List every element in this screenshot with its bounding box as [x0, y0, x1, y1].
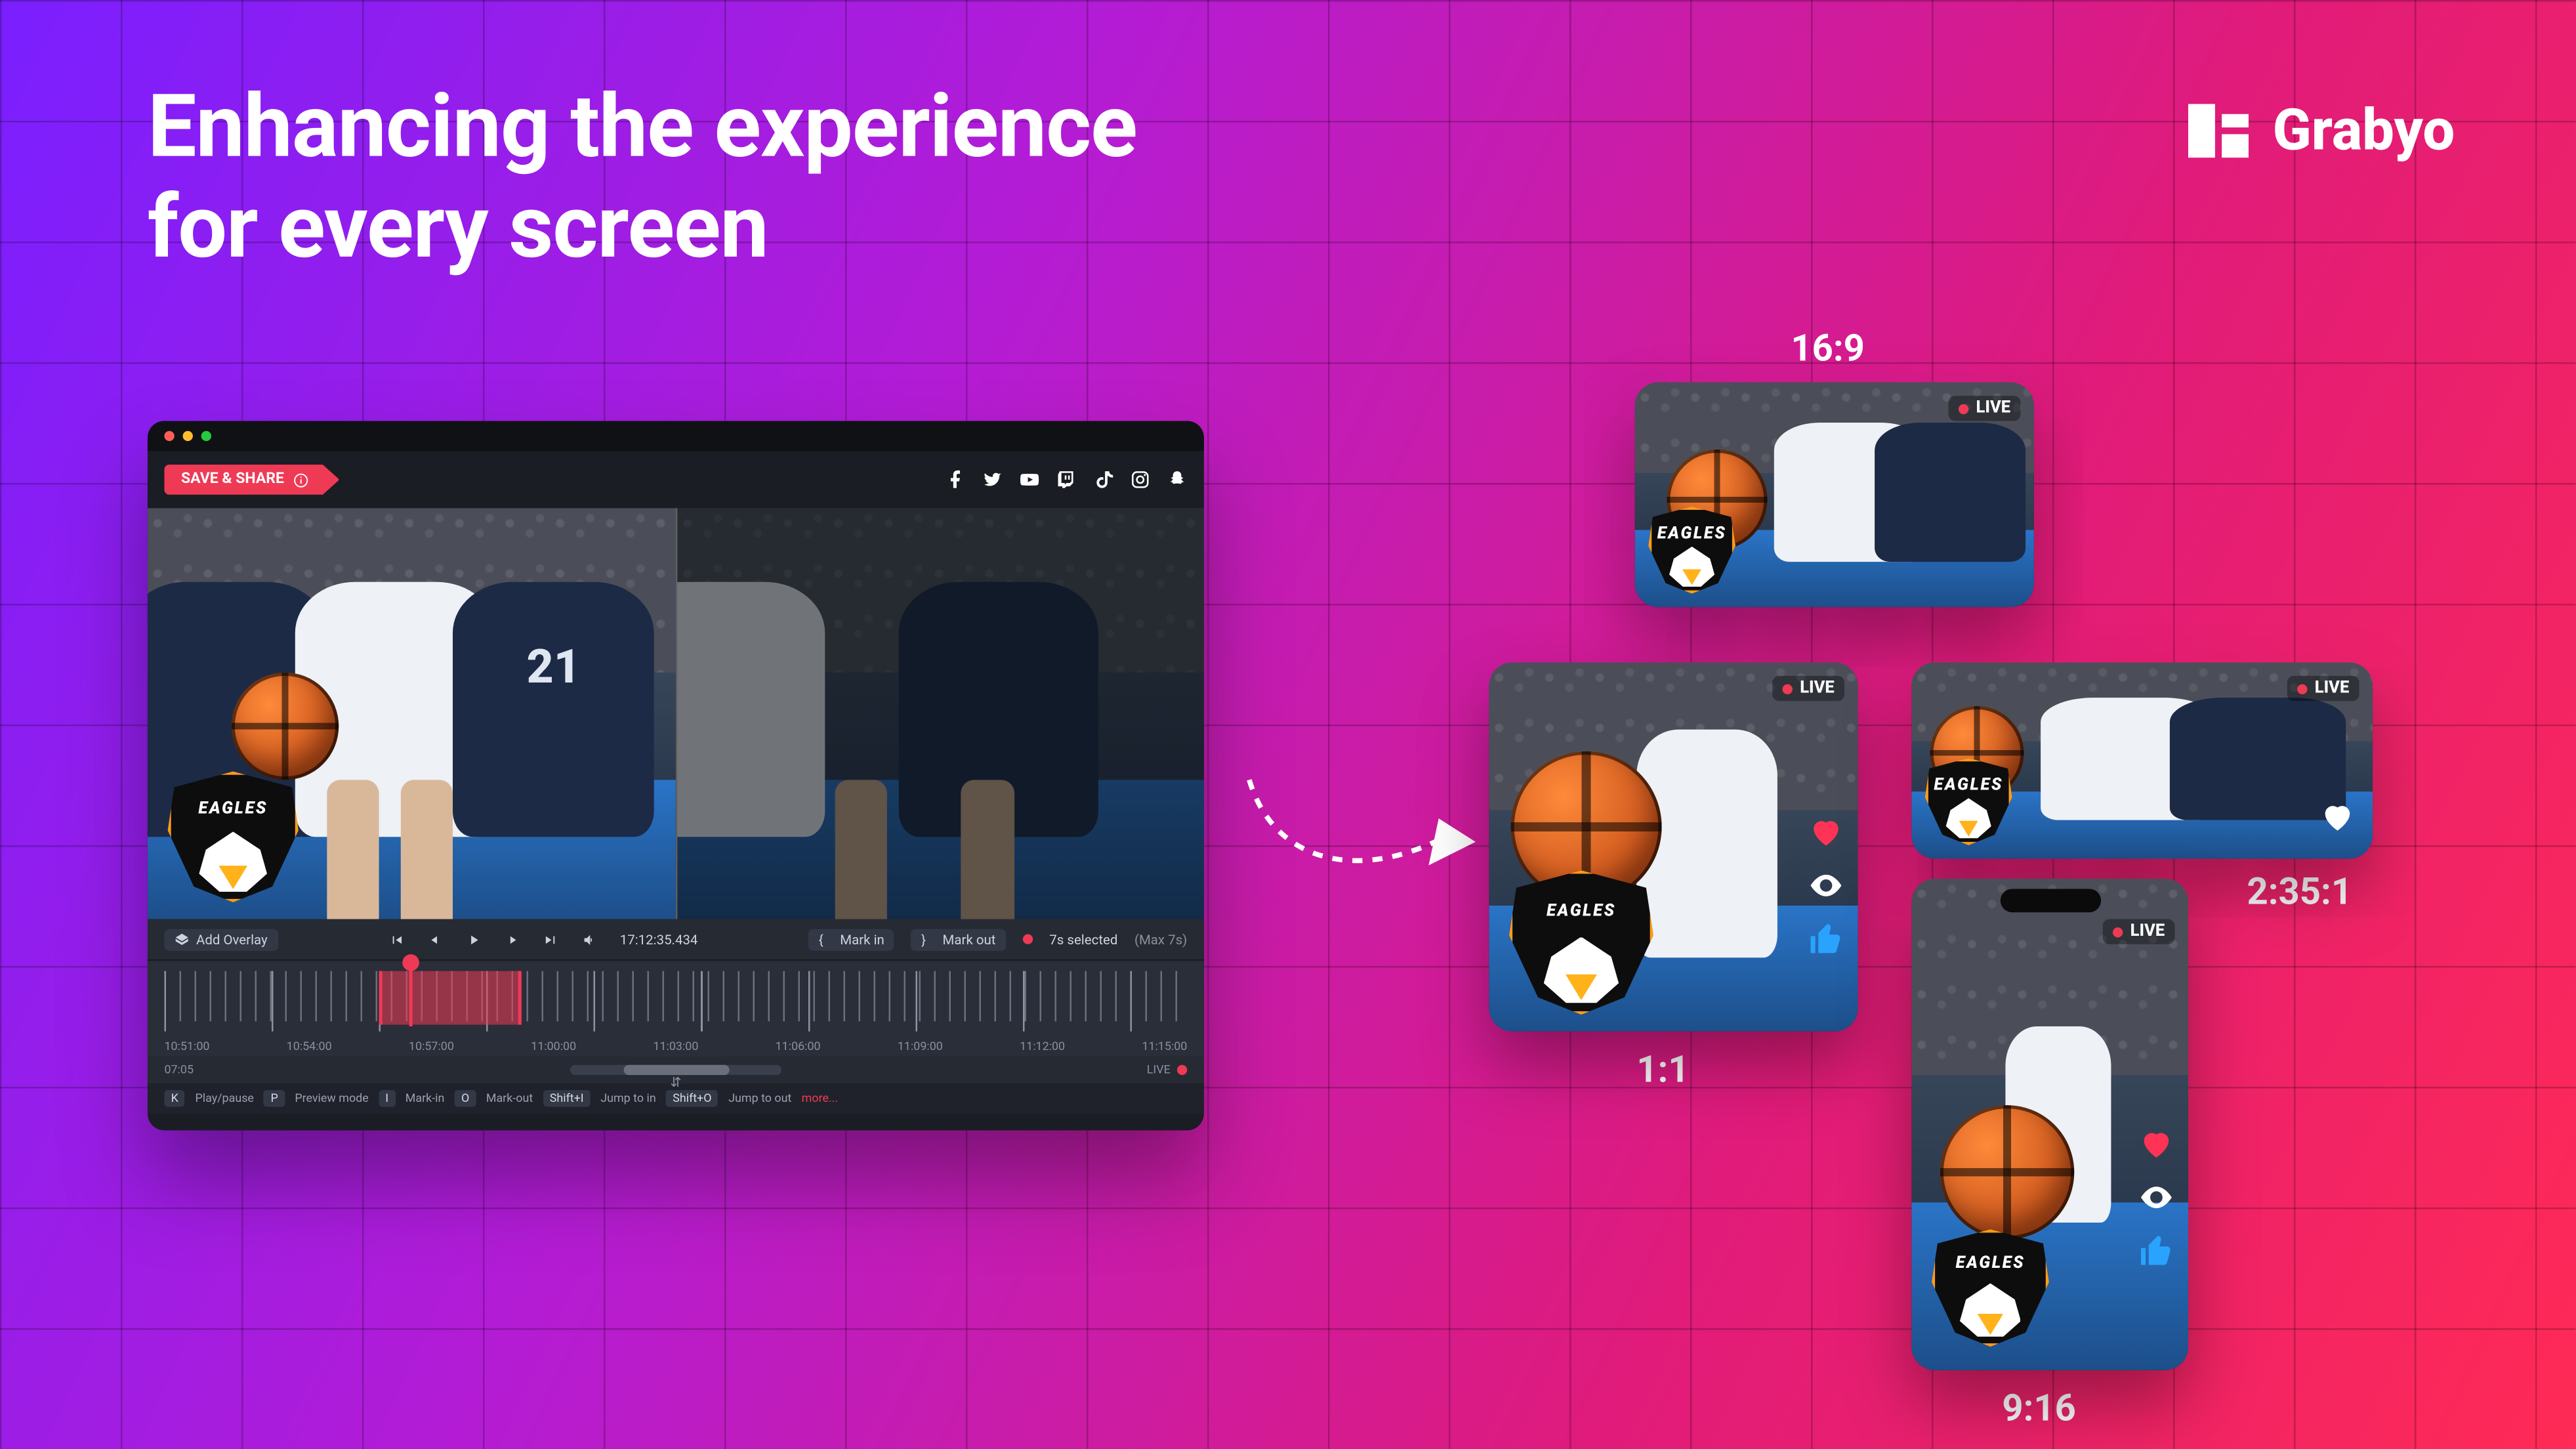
twitter-icon[interactable]: [983, 470, 1003, 490]
kbd-i: I: [379, 1090, 395, 1107]
timeline-fit-icon[interactable]: ⇵: [670, 1075, 681, 1090]
headline-line-2: for every screen: [148, 177, 1137, 278]
player-pane-left: 21 EAGLES: [148, 508, 675, 919]
info-icon: [294, 472, 309, 487]
step-forward-icon[interactable]: [504, 932, 519, 947]
layers-icon: [175, 932, 190, 947]
editor-toolbar: SAVE & SHARE: [148, 451, 1204, 508]
live-badge: LIVE: [1773, 676, 1844, 701]
kbd-o: O: [455, 1090, 476, 1107]
heart-icon[interactable]: [1808, 813, 1844, 850]
timeline[interactable]: 10:51:00 10:54:00 10:57:00 11:00:00 11:03:00…: [148, 959, 1204, 1057]
timeline-left-time: 07:05: [164, 1063, 194, 1076]
save-share-button[interactable]: SAVE & SHARE: [164, 465, 339, 495]
preview-9-16: LIVE EAGLES: [1911, 879, 2188, 1370]
kbd-p: P: [264, 1090, 285, 1107]
window-titlebar: [148, 421, 1204, 451]
window-close-icon[interactable]: [164, 431, 174, 441]
ratio-label-1-1: 1:1: [1636, 1050, 1689, 1092]
brand-logo: Grabyo: [2189, 97, 2455, 164]
preview-16-9: LIVE EAGLES: [1635, 383, 2034, 607]
social-reactions: [2138, 1125, 2174, 1270]
headline-line-1: Enhancing the experience: [148, 77, 1137, 178]
live-badge: LIVE: [2104, 919, 2175, 944]
timeline-scroll-thumb[interactable]: [623, 1065, 728, 1075]
timeline-label: 10:54:00: [287, 1040, 332, 1053]
ratio-label-2-35-1: 2:35:1: [2247, 872, 2352, 914]
video-player[interactable]: 21 EAGLES: [148, 508, 1204, 919]
timeline-label: 10:57:00: [409, 1040, 454, 1053]
facebook-icon[interactable]: [945, 470, 966, 490]
selection-max: (Max 7s): [1134, 932, 1187, 947]
brand-mark-icon: [2189, 104, 2249, 158]
thumbs-up-icon[interactable]: [1808, 921, 1844, 957]
shortcuts-more-link[interactable]: more...: [802, 1092, 838, 1105]
social-reactions: [1808, 813, 1844, 957]
eye-icon[interactable]: [1808, 867, 1844, 904]
instagram-icon[interactable]: [1130, 470, 1150, 490]
timeline-scrollbar-row: 07:05 ⇵ LIVE: [148, 1057, 1204, 1083]
ratio-label-9-16: 9:16: [2002, 1389, 2076, 1431]
jersey-number: 21: [527, 638, 581, 693]
brand-name: Grabyo: [2273, 97, 2455, 164]
timeline-label: 11:06:00: [776, 1040, 821, 1053]
timeline-labels: 10:51:00 10:54:00 10:57:00 11:00:00 11:03:00…: [164, 1040, 1187, 1053]
selection-duration: 7s selected: [1049, 932, 1117, 947]
team-logo-text: EAGLES: [198, 800, 268, 818]
timeline-label: 10:51:00: [164, 1040, 209, 1053]
mark-in-button[interactable]: { Mark in: [808, 929, 894, 950]
eye-icon[interactable]: [2138, 1179, 2174, 1216]
window-minimize-icon[interactable]: [183, 431, 193, 441]
team-logo-overlay: EAGLES: [1932, 1229, 2049, 1347]
volume-icon[interactable]: [581, 932, 596, 947]
player-pane-right: [676, 508, 1204, 919]
live-indicator[interactable]: LIVE: [1147, 1063, 1188, 1076]
tiktok-icon[interactable]: [1093, 470, 1113, 490]
heart-icon[interactable]: [2138, 1125, 2174, 1162]
team-logo-overlay: EAGLES: [1509, 870, 1653, 1015]
preview-1-1: LIVE EAGLES: [1489, 662, 1858, 1031]
window-maximize-icon[interactable]: [201, 431, 211, 441]
timeline-label: 11:15:00: [1142, 1040, 1187, 1053]
kbd-k: K: [164, 1090, 185, 1107]
live-badge: LIVE: [2288, 676, 2359, 701]
timeline-label: 11:00:00: [531, 1040, 576, 1053]
timeline-major-ticks: [164, 971, 1187, 1032]
ratio-label-16-9: 16:9: [1791, 329, 1865, 371]
kbd-shift-o: Shift+O: [666, 1090, 718, 1107]
timeline-selection[interactable]: [379, 971, 522, 1025]
thumbs-up-icon[interactable]: [2138, 1232, 2174, 1269]
live-dot-icon: [1177, 1065, 1187, 1075]
timeline-label: 11:12:00: [1020, 1040, 1065, 1053]
phone-notch-icon: [2000, 889, 2100, 912]
twitch-icon[interactable]: [1056, 470, 1077, 490]
team-logo-overlay: EAGLES: [1648, 507, 1735, 594]
editor-window: SAVE & SHARE 21: [148, 421, 1204, 1130]
jump-start-icon[interactable]: [388, 932, 404, 947]
step-back-icon[interactable]: [427, 932, 442, 947]
live-badge: LIVE: [1949, 396, 2021, 421]
add-overlay-label: Add Overlay: [196, 932, 268, 947]
timeline-label: 11:03:00: [653, 1040, 698, 1053]
add-overlay-button[interactable]: Add Overlay: [164, 929, 278, 950]
timeline-label: 11:09:00: [898, 1040, 943, 1053]
headline: Enhancing the experience for every scree…: [148, 77, 1137, 278]
flow-arrow-icon: [1241, 721, 1492, 923]
selection-indicator-icon: [1022, 934, 1032, 944]
preview-2-35-1: LIVE EAGLES: [1911, 662, 2373, 858]
snapchat-icon[interactable]: [1167, 470, 1188, 490]
play-icon[interactable]: [466, 932, 481, 947]
share-destinations: [945, 470, 1187, 490]
timeline-playhead[interactable]: [410, 961, 413, 1026]
kbd-shift-i: Shift+I: [543, 1090, 591, 1107]
timecode-display: 17:12:35.434: [620, 932, 698, 947]
team-logo-overlay: EAGLES: [1925, 758, 2012, 845]
youtube-icon[interactable]: [1020, 470, 1040, 490]
heart-outline-icon[interactable]: [2319, 798, 2356, 841]
save-share-label: SAVE & SHARE: [181, 471, 284, 488]
player-controls-row: Add Overlay 17:12:35.434 { Mark in } Mar…: [148, 919, 1204, 959]
jump-end-icon[interactable]: [543, 932, 558, 947]
mark-out-button[interactable]: } Mark out: [911, 929, 1006, 950]
team-logo-overlay[interactable]: EAGLES: [168, 772, 299, 902]
